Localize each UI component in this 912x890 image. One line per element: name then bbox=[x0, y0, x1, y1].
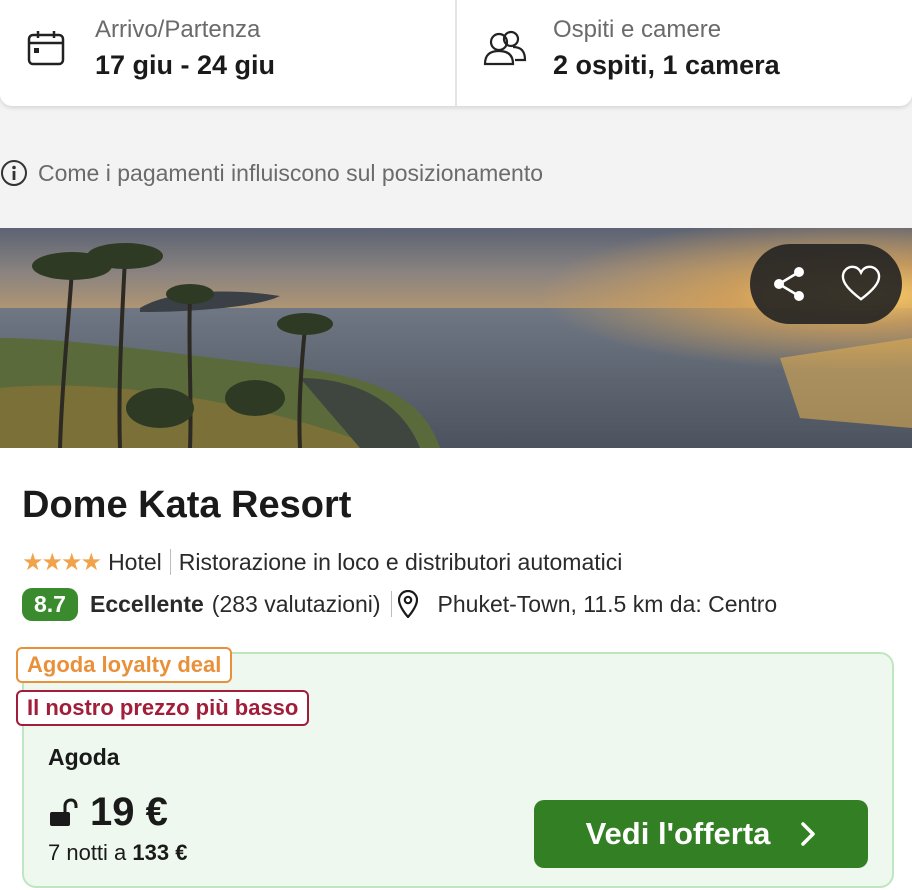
score-word: Eccellente bbox=[89, 590, 204, 617]
star-rating: ★★★★ bbox=[22, 548, 102, 576]
divider bbox=[390, 591, 392, 617]
location-pin-icon bbox=[397, 590, 418, 618]
deal-provider: Agoda bbox=[48, 744, 120, 770]
ranking-info-text: Come i pagamenti influiscono sul posizio… bbox=[38, 159, 544, 186]
dates-value: 17 giu - 24 giu bbox=[95, 50, 276, 80]
calendar-icon bbox=[26, 30, 66, 73]
hotel-meta: ★★★★ Hotel Ristorazione in loco e distri… bbox=[22, 546, 622, 578]
chevron-right-icon bbox=[800, 822, 816, 846]
total-prefix: 7 notti a bbox=[48, 840, 127, 865]
nightly-price: 19 € bbox=[90, 790, 168, 834]
guests-label: Ospiti e camere bbox=[553, 16, 722, 43]
hotel-amenity: Ristorazione in loco e distributori auto… bbox=[178, 548, 623, 575]
view-deal-label: Vedi l'offerta bbox=[585, 816, 771, 851]
hotel-type: Hotel bbox=[108, 548, 162, 575]
hotel-name[interactable]: Dome Kata Resort bbox=[22, 484, 351, 527]
search-bar: Arrivo/Partenza 17 giu - 24 giu Ospiti e… bbox=[0, 0, 912, 106]
view-deal-button[interactable]: Vedi l'offerta bbox=[534, 800, 868, 868]
hotel-location[interactable]: Phuket-Town, 11.5 km da: Centro bbox=[438, 591, 778, 618]
guests-selector[interactable]: Ospiti e camere 2 ospiti, 1 camera bbox=[455, 0, 912, 106]
price-row: 19 € bbox=[48, 790, 168, 835]
unlock-icon bbox=[48, 797, 78, 828]
guests-icon bbox=[483, 30, 527, 73]
guests-value: 2 ospiti, 1 camera bbox=[553, 50, 780, 80]
lowest-price-tag: Il nostro prezzo più basso bbox=[16, 690, 310, 726]
review-count[interactable]: (283 valutazioni) bbox=[212, 591, 381, 618]
dates-label: Arrivo/Partenza bbox=[95, 16, 261, 43]
heart-icon[interactable] bbox=[841, 264, 881, 304]
info-icon bbox=[0, 159, 28, 187]
total-price: 7 notti a 133 € bbox=[48, 840, 187, 866]
loyalty-deal-tag: Agoda loyalty deal bbox=[16, 647, 233, 683]
photo-actions bbox=[750, 244, 902, 324]
dates-selector[interactable]: Arrivo/Partenza 17 giu - 24 giu bbox=[0, 0, 455, 106]
divider bbox=[169, 549, 171, 575]
total-amount: 133 € bbox=[132, 840, 188, 865]
share-icon[interactable] bbox=[770, 264, 810, 304]
ranking-info-link[interactable]: Come i pagamenti influiscono sul posizio… bbox=[0, 158, 543, 188]
score-badge: 8.7 bbox=[22, 587, 78, 621]
rating-row: 8.7 Eccellente (283 valutazioni) Phuket-… bbox=[22, 586, 777, 622]
